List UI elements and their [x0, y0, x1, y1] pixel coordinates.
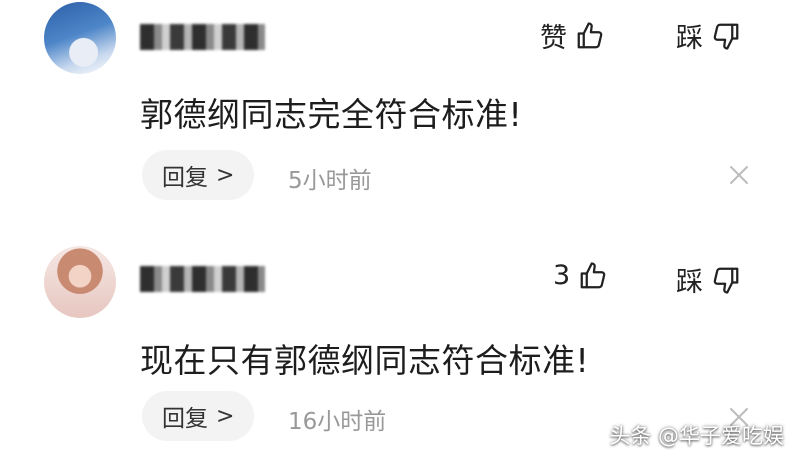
username-blurred[interactable] [140, 266, 265, 292]
comment-text: 郭德纲同志完全符合标准! [140, 95, 523, 134]
like-button[interactable]: 赞 [540, 16, 605, 55]
username-blurred[interactable] [140, 24, 265, 50]
comment-time: 5小时前 [288, 168, 372, 194]
reply-label: 回复 [162, 165, 208, 191]
watermark: 头条 @华子爱吃娱 [609, 424, 784, 448]
dislike-label: 踩 [676, 267, 703, 298]
thumbs-up-icon [575, 21, 605, 51]
thumbs-down-icon [711, 265, 741, 295]
comment-time: 16小时前 [288, 409, 387, 435]
comment-text: 现在只有郭德纲同志符合标准! [140, 341, 590, 380]
comment-item: 赞 踩 郭德纲同志完全符合标准! 回复 > 5小时前 [0, 0, 800, 230]
reply-button[interactable]: 回复 > [142, 150, 255, 200]
thumbs-down-icon [711, 21, 741, 51]
avatar[interactable] [44, 2, 116, 74]
like-count: 3 [553, 260, 571, 291]
avatar[interactable] [44, 246, 116, 318]
chevron-right-icon: > [216, 403, 235, 429]
like-label: 赞 [540, 23, 567, 54]
dislike-button[interactable]: 踩 [676, 260, 741, 299]
close-icon[interactable] [728, 164, 750, 186]
chevron-right-icon: > [216, 162, 235, 188]
reply-button[interactable]: 回复 > [142, 391, 255, 441]
like-button[interactable]: 3 [553, 260, 608, 291]
dislike-button[interactable]: 踩 [676, 16, 741, 55]
thumbs-up-icon [578, 261, 608, 291]
dislike-label: 踩 [676, 23, 703, 54]
reply-label: 回复 [162, 406, 208, 432]
